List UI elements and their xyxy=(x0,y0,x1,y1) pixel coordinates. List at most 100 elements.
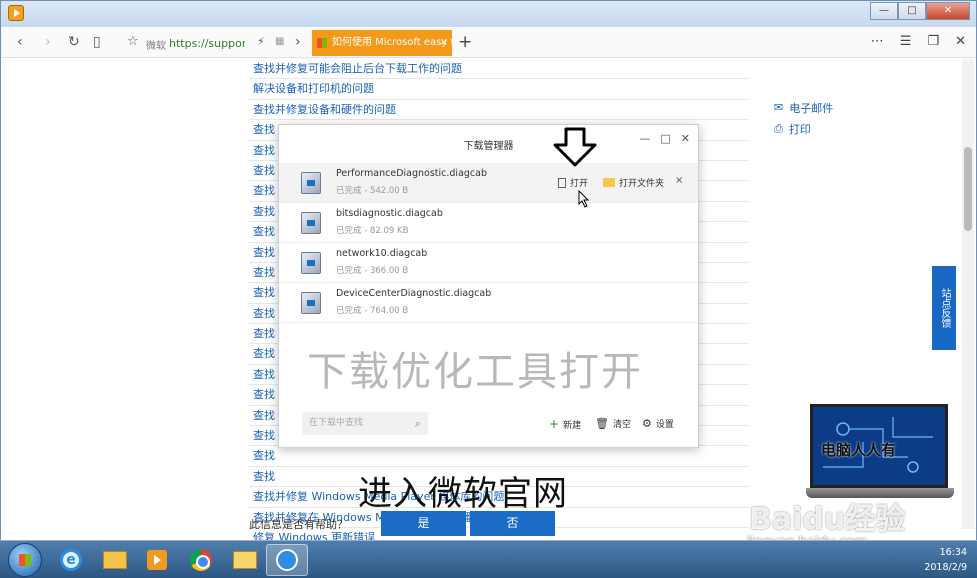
reading-view-icon[interactable]: ▯ xyxy=(93,34,101,50)
file-status: 已完成 - 82.09 KB xyxy=(336,226,409,236)
tab-title: 如何使用 Microsoft easy fix xyxy=(332,37,452,48)
open-label: 打开 xyxy=(570,179,589,189)
start-button[interactable] xyxy=(8,543,42,577)
download-manager-dialog: 下载管理器 — □ ✕ PerformanceDiagnostic.diagca… xyxy=(278,124,699,448)
taskbar-chrome[interactable] xyxy=(180,544,222,576)
media-player-icon xyxy=(147,550,167,570)
bottom-caption: 进入微软官网 xyxy=(358,474,568,514)
fix-link[interactable]: 查找并修复设备和硬件的问题 xyxy=(249,100,749,121)
file-status: 已完成 - 366.00 B xyxy=(336,266,409,276)
download-search-input[interactable]: 在下载中查找 ⌕ xyxy=(302,412,428,435)
site-feedback-button[interactable]: 站点反馈 xyxy=(932,266,956,350)
overlay-caption: 下载优化工具打开 xyxy=(307,349,643,395)
taskbar-media-player[interactable] xyxy=(136,544,178,576)
favorite-star-icon[interactable]: ☆ xyxy=(127,34,139,50)
search-icon: ⌕ xyxy=(414,417,421,430)
menu-icon[interactable]: ☰ xyxy=(900,34,912,49)
address-bar[interactable]: https://support.microsoft.com xyxy=(169,37,245,50)
system-clock[interactable]: 16:34 2018/2/9 xyxy=(924,545,967,575)
new-label: 新建 xyxy=(563,420,582,431)
download-item[interactable]: DeviceCenterDiagnostic.diagcab 已完成 - 764.… xyxy=(279,283,698,323)
settings-gear-icon: ⚙ xyxy=(642,417,652,430)
fix-link[interactable]: 查找并修复可能会阻止后台下载工作的问题 xyxy=(249,59,749,80)
print-label: 打印 xyxy=(788,122,811,136)
tab-close-icon[interactable]: × xyxy=(440,30,448,56)
dialog-minimize-icon[interactable]: — xyxy=(639,132,650,145)
minimize-button[interactable]: — xyxy=(870,2,898,20)
clear-downloads-button[interactable]: 🗑 清空 xyxy=(595,417,631,430)
clock-date: 2018/2/9 xyxy=(924,562,967,573)
file-name: bitsdiagnostic.diagcab xyxy=(336,208,443,219)
open-folder-label: 打开文件夹 xyxy=(619,179,665,189)
taskbar-browser[interactable] xyxy=(266,544,308,576)
folder-icon xyxy=(233,551,257,569)
search-placeholder: 在下载中查找 xyxy=(309,418,364,428)
restore-icon[interactable]: ❐ xyxy=(927,34,939,49)
taskbar-explorer[interactable] xyxy=(94,544,136,576)
folder-icon xyxy=(103,551,127,569)
maximize-button[interactable]: □ xyxy=(898,2,926,20)
dialog-close-icon[interactable]: ✕ xyxy=(681,132,690,145)
lightning-icon[interactable]: ⚡ xyxy=(257,34,265,50)
baidu-watermark: Baidu经验 xyxy=(749,502,906,537)
open-file-button[interactable]: 打开 xyxy=(558,176,588,189)
diagcab-file-icon xyxy=(301,252,321,274)
new-download-button[interactable]: + 新建 xyxy=(549,417,581,431)
remove-item-icon[interactable]: × xyxy=(675,175,683,186)
share-links: ✉ 电子邮件 ⎙ 打印 xyxy=(774,97,833,139)
clear-label: 清空 xyxy=(612,420,631,430)
email-label: 电子邮件 xyxy=(789,101,834,115)
file-name: network10.diagcab xyxy=(336,248,428,259)
download-item[interactable]: PerformanceDiagnostic.diagcab 已完成 - 542.0… xyxy=(279,163,698,203)
trash-icon: 🗑 xyxy=(595,417,609,430)
file-status: 已完成 - 764.00 B xyxy=(336,306,409,316)
print-link[interactable]: ⎙ 打印 xyxy=(774,118,833,139)
laptop-text: 电脑人人有 xyxy=(821,441,897,459)
open-folder-button[interactable]: 打开文件夹 xyxy=(603,176,664,189)
close-button[interactable]: ✕ xyxy=(926,2,970,20)
more-icon[interactable]: ⋯ xyxy=(871,34,884,49)
email-link[interactable]: ✉ 电子邮件 xyxy=(774,97,833,118)
printer-icon: ⎙ xyxy=(774,121,783,135)
fix-link[interactable]: 查找 xyxy=(249,446,749,467)
scroll-thumb[interactable] xyxy=(964,147,972,231)
taskbar-folder[interactable] xyxy=(224,544,266,576)
browser-app-icon xyxy=(8,5,24,21)
dialog-title: 下载管理器 xyxy=(463,141,514,152)
laptop-screen: 电脑人人有 xyxy=(810,404,948,488)
tab-support[interactable]: 如何使用 Microsoft easy fix × xyxy=(312,30,452,56)
title-bar: — □ ✕ xyxy=(1,1,976,27)
taskbar: e 16:34 2018/2/9 xyxy=(0,540,977,578)
favorite-label[interactable]: 微软 xyxy=(146,37,166,52)
close-icon[interactable]: ✕ xyxy=(955,34,966,49)
forward-icon[interactable]: › xyxy=(45,34,51,50)
file-name: DeviceCenterDiagnostic.diagcab xyxy=(336,288,492,299)
file-name: PerformanceDiagnostic.diagcab xyxy=(336,168,487,179)
mouse-cursor-icon xyxy=(578,190,590,208)
browser-icon xyxy=(276,549,298,571)
taskbar-ie[interactable]: e xyxy=(50,544,92,576)
email-icon: ✉ xyxy=(774,101,784,114)
fix-link[interactable]: 解决设备和打印机的问题 xyxy=(249,79,749,100)
back-icon[interactable]: ‹ xyxy=(17,34,23,50)
window-controls: — □ ✕ xyxy=(870,2,970,20)
refresh-icon[interactable]: ↻ xyxy=(68,34,80,50)
laptop-logo: 电脑人人有 xyxy=(806,404,954,500)
dialog-maximize-icon[interactable]: □ xyxy=(660,132,670,145)
navigation-bar: ‹ › ↻ ▯ ☆ 微软 https://support.microsoft.c… xyxy=(1,28,976,58)
grid-icon[interactable]: ▦ xyxy=(275,34,284,50)
download-item[interactable]: bitsdiagnostic.diagcab 已完成 - 82.09 KB xyxy=(279,203,698,243)
settings-label: 设置 xyxy=(655,420,674,430)
new-tab-button[interactable]: + xyxy=(458,32,472,52)
file-status: 已完成 - 542.00 B xyxy=(336,186,409,196)
document-icon xyxy=(558,177,566,188)
chevron-right-icon[interactable]: › xyxy=(295,34,301,50)
chrome-icon xyxy=(190,549,212,571)
diagcab-file-icon xyxy=(301,292,321,314)
diagcab-file-icon xyxy=(301,172,321,194)
download-settings-button[interactable]: ⚙ 设置 xyxy=(642,417,674,430)
ie-icon: e xyxy=(60,549,82,571)
dialog-controls: — □ ✕ xyxy=(639,132,690,145)
page-scrollbar[interactable] xyxy=(962,59,974,529)
download-item[interactable]: network10.diagcab 已完成 - 366.00 B xyxy=(279,243,698,283)
